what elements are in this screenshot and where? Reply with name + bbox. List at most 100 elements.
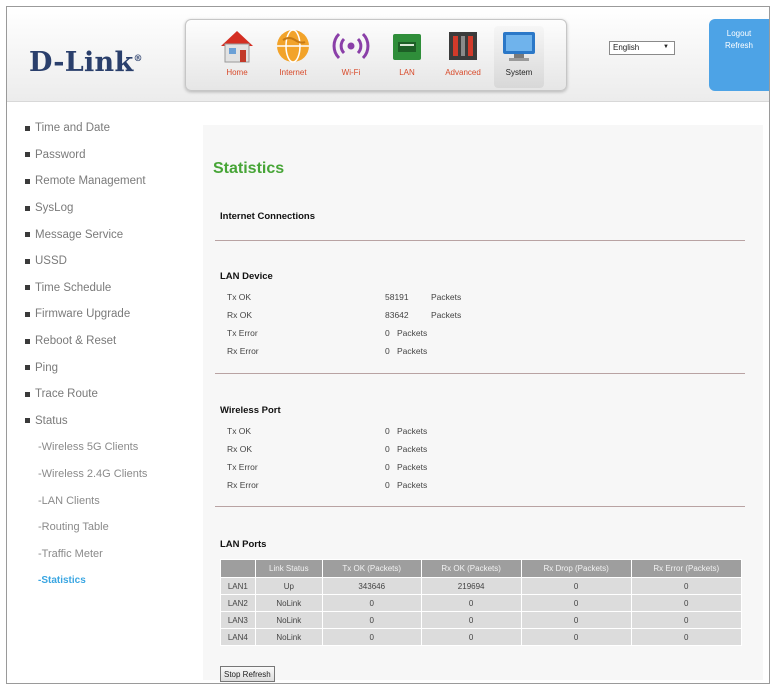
table-cell: 0 xyxy=(321,611,422,629)
nav-advanced[interactable]: Advanced xyxy=(438,26,488,88)
sidebar-item-message-service[interactable]: Message Service xyxy=(25,221,200,248)
sidebar-item-label: Firmware Upgrade xyxy=(35,308,131,321)
nav-internet[interactable]: Internet xyxy=(268,26,318,88)
table-cell: 0 xyxy=(630,594,742,612)
sidebar-item-trace-route[interactable]: Trace Route xyxy=(25,381,200,408)
bullet-icon xyxy=(25,338,30,344)
bullet-icon xyxy=(25,258,30,264)
globe-icon xyxy=(277,29,309,63)
sidebar-item-remote-management[interactable]: Remote Management xyxy=(25,168,200,195)
sidebar-subitem-wireless-5g-clients[interactable]: -Wireless 5G Clients xyxy=(25,434,200,461)
bullet-icon xyxy=(25,232,30,238)
table-header-cell: Link Status xyxy=(254,559,323,578)
table-cell: 219694 xyxy=(420,577,522,595)
table-cell: 0 xyxy=(630,611,742,629)
bullet-icon xyxy=(25,205,30,211)
table-cell: LAN3 xyxy=(220,611,256,629)
bullet-icon xyxy=(25,418,30,424)
table-cell: 0 xyxy=(420,611,522,629)
nav-system-label: System xyxy=(505,68,533,77)
wl-rx-ok-unit: Packets xyxy=(397,444,428,454)
section-title-internet: Internet Connections xyxy=(220,211,316,222)
bullet-icon xyxy=(25,365,30,371)
lan-tx-error-value: 0 xyxy=(385,328,390,338)
lan-rx-ok-unit: Packets xyxy=(431,310,462,320)
table-header-cell: Tx OK (Packets) xyxy=(321,559,422,578)
lan-rx-error-unit: Packets xyxy=(397,346,428,356)
sidebar-subitem-traffic-meter[interactable]: -Traffic Meter xyxy=(25,541,200,568)
table-cell: LAN4 xyxy=(220,628,256,646)
sidebar-subitem-wireless-24g-clients[interactable]: -Wireless 2.4G Clients xyxy=(25,461,200,488)
bullet-icon xyxy=(25,178,30,184)
wl-rx-error-value: 0 xyxy=(385,480,390,490)
table-header-cell: Rx Drop (Packets) xyxy=(520,559,632,578)
sidebar-item-syslog[interactable]: SysLog xyxy=(25,195,200,222)
logout-link[interactable]: Logout xyxy=(709,29,769,38)
table-header-cell xyxy=(220,559,256,578)
nav-advanced-label: Advanced xyxy=(445,68,481,77)
wifi-icon xyxy=(332,32,370,60)
wl-rx-ok-value: 0 xyxy=(385,444,390,454)
table-cell: NoLink xyxy=(254,611,323,629)
nav-wifi-label: Wi-Fi xyxy=(341,68,361,77)
table-cell: LAN1 xyxy=(220,577,256,595)
sidebar: Time and Date Password Remote Management… xyxy=(25,115,200,594)
table-header-cell: Rx OK (Packets) xyxy=(420,559,522,578)
sidebar-item-label: SysLog xyxy=(35,202,74,215)
lan-rx-ok-label: Rx OK xyxy=(227,310,253,320)
table-cell: 0 xyxy=(420,594,522,612)
sidebar-item-ping[interactable]: Ping xyxy=(25,354,200,381)
table-row: LAN4 NoLink 0 0 0 0 xyxy=(220,628,742,646)
main-nav: Home Internet Wi-Fi LAN Advanced System xyxy=(185,19,567,91)
nav-home[interactable]: Home xyxy=(212,26,262,88)
sidebar-item-label: USSD xyxy=(35,255,67,268)
bullet-icon xyxy=(25,152,30,158)
sidebar-item-time-schedule[interactable]: Time Schedule xyxy=(25,275,200,302)
sidebar-item-ussd[interactable]: USSD xyxy=(25,248,200,275)
sidebar-item-firmware-upgrade[interactable]: Firmware Upgrade xyxy=(25,301,200,328)
sidebar-item-label: Time Schedule xyxy=(35,281,112,294)
table-header-row: Link Status Tx OK (Packets) Rx OK (Packe… xyxy=(220,559,742,578)
table-cell: 0 xyxy=(321,594,422,612)
sidebar-item-label: Reboot & Reset xyxy=(35,335,117,348)
table-cell: 0 xyxy=(520,628,632,646)
nav-lan[interactable]: LAN xyxy=(382,26,432,88)
sidebar-item-time-and-date[interactable]: Time and Date xyxy=(25,115,200,142)
page-title: Statistics xyxy=(213,160,285,177)
sidebar-subitem-statistics[interactable]: -Statistics xyxy=(25,567,200,594)
nav-home-label: Home xyxy=(226,68,248,77)
table-cell: 0 xyxy=(630,577,742,595)
table-row: LAN1 Up 343646 219694 0 0 xyxy=(220,577,742,595)
sidebar-item-label: Trace Route xyxy=(35,388,98,401)
account-panel: Logout Refresh xyxy=(709,19,769,91)
lan-tx-ok-unit: Packets xyxy=(431,292,462,302)
table-cell: 0 xyxy=(420,628,522,646)
wl-tx-ok-value: 0 xyxy=(385,426,390,436)
sidebar-subitem-lan-clients[interactable]: -LAN Clients xyxy=(25,487,200,514)
wl-tx-ok-label: Tx OK xyxy=(227,426,252,436)
lan-ports-table: Link Status Tx OK (Packets) Rx OK (Packe… xyxy=(220,559,742,646)
wl-tx-error-value: 0 xyxy=(385,462,390,472)
table-cell: 343646 xyxy=(321,577,422,595)
refresh-link[interactable]: Refresh xyxy=(709,41,769,50)
sidebar-item-password[interactable]: Password xyxy=(25,142,200,169)
nav-lan-label: LAN xyxy=(399,68,415,77)
nav-system[interactable]: System xyxy=(494,26,544,88)
nav-wifi[interactable]: Wi-Fi xyxy=(326,26,376,88)
sidebar-item-status[interactable]: Status xyxy=(25,408,200,435)
content-panel: Statistics Internet Connections LAN Devi… xyxy=(203,125,763,682)
home-icon xyxy=(221,31,253,63)
lan-tx-error-unit: Packets xyxy=(397,328,428,338)
sidebar-subitem-routing-table[interactable]: -Routing Table xyxy=(25,514,200,541)
table-cell: 0 xyxy=(630,628,742,646)
language-select[interactable]: English ▼ xyxy=(609,41,675,55)
sidebar-item-label: Message Service xyxy=(35,228,124,241)
advanced-icon xyxy=(449,32,477,60)
monitor-icon xyxy=(503,32,535,61)
wl-rx-ok-label: Rx OK xyxy=(227,444,253,454)
sidebar-item-reboot-reset[interactable]: Reboot & Reset xyxy=(25,328,200,355)
stop-refresh-button[interactable]: Stop Refresh xyxy=(220,666,275,682)
bullet-icon xyxy=(25,311,30,317)
table-row: LAN2 NoLink 0 0 0 0 xyxy=(220,594,742,612)
table-cell: LAN2 xyxy=(220,594,256,612)
